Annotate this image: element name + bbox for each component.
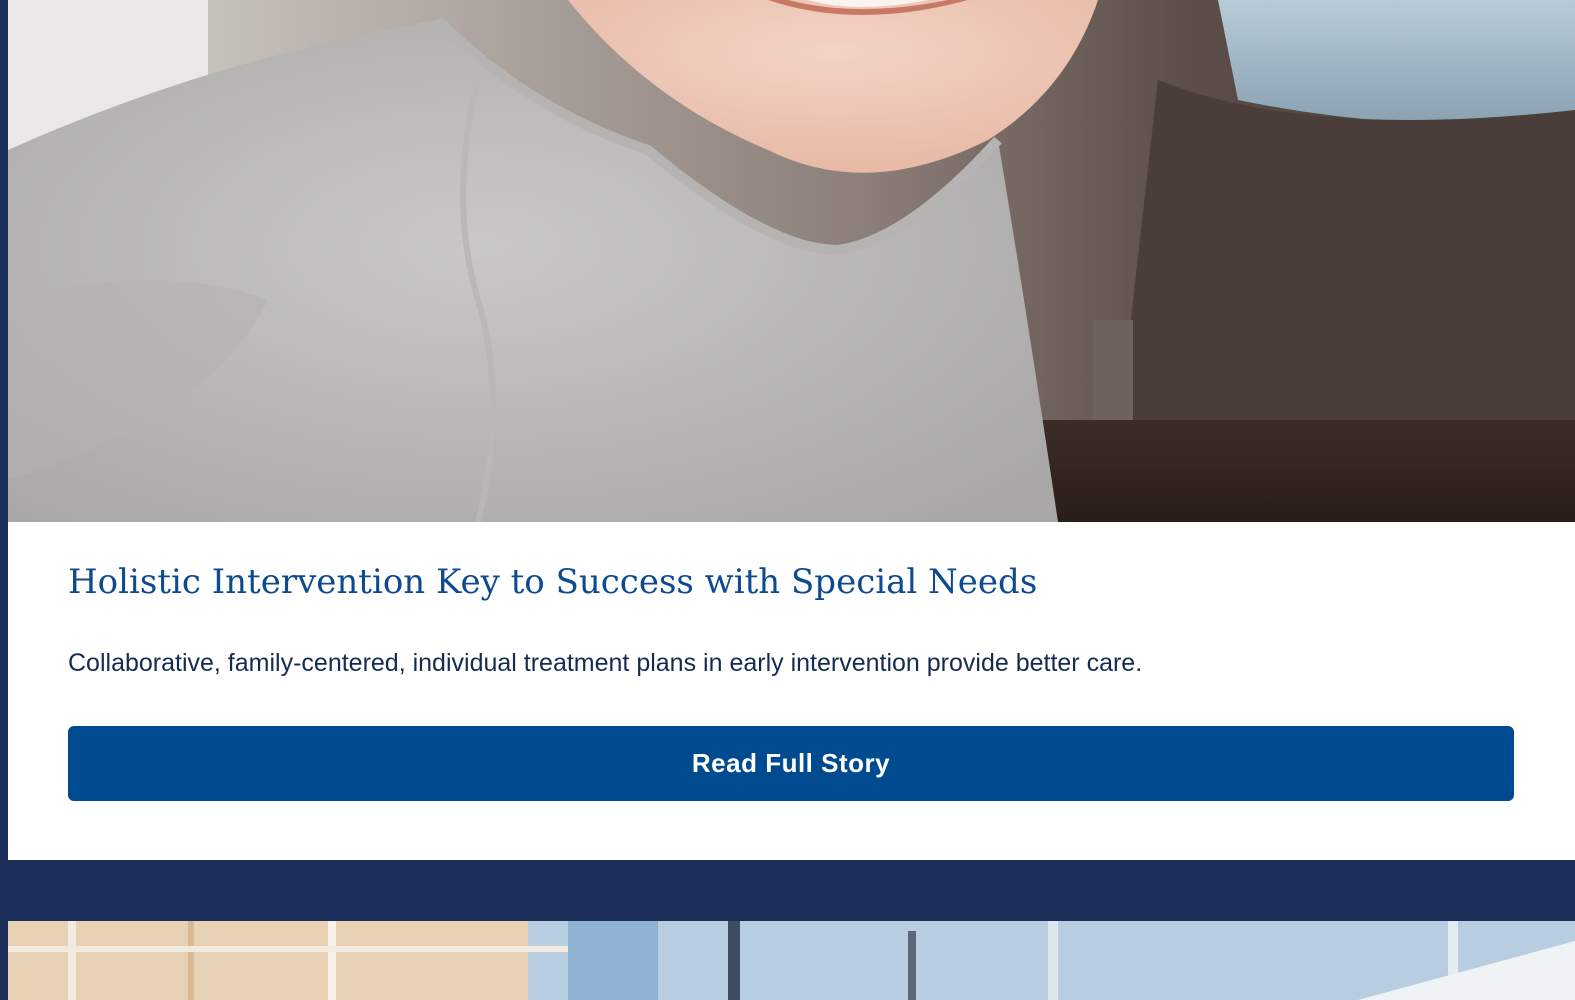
building-photo — [8, 921, 1575, 1000]
page: Holistic Intervention Key to Success wit… — [0, 0, 1575, 1000]
story-summary: Collaborative, family-centered, individu… — [68, 649, 1143, 677]
story-title[interactable]: Holistic Intervention Key to Success wit… — [68, 560, 1037, 604]
story-card: Holistic Intervention Key to Success wit… — [8, 0, 1575, 860]
next-story-hero-image — [8, 921, 1575, 1000]
read-full-story-button[interactable]: Read Full Story — [68, 726, 1514, 801]
story-hero-image — [8, 0, 1575, 522]
child-photo — [8, 0, 1575, 522]
